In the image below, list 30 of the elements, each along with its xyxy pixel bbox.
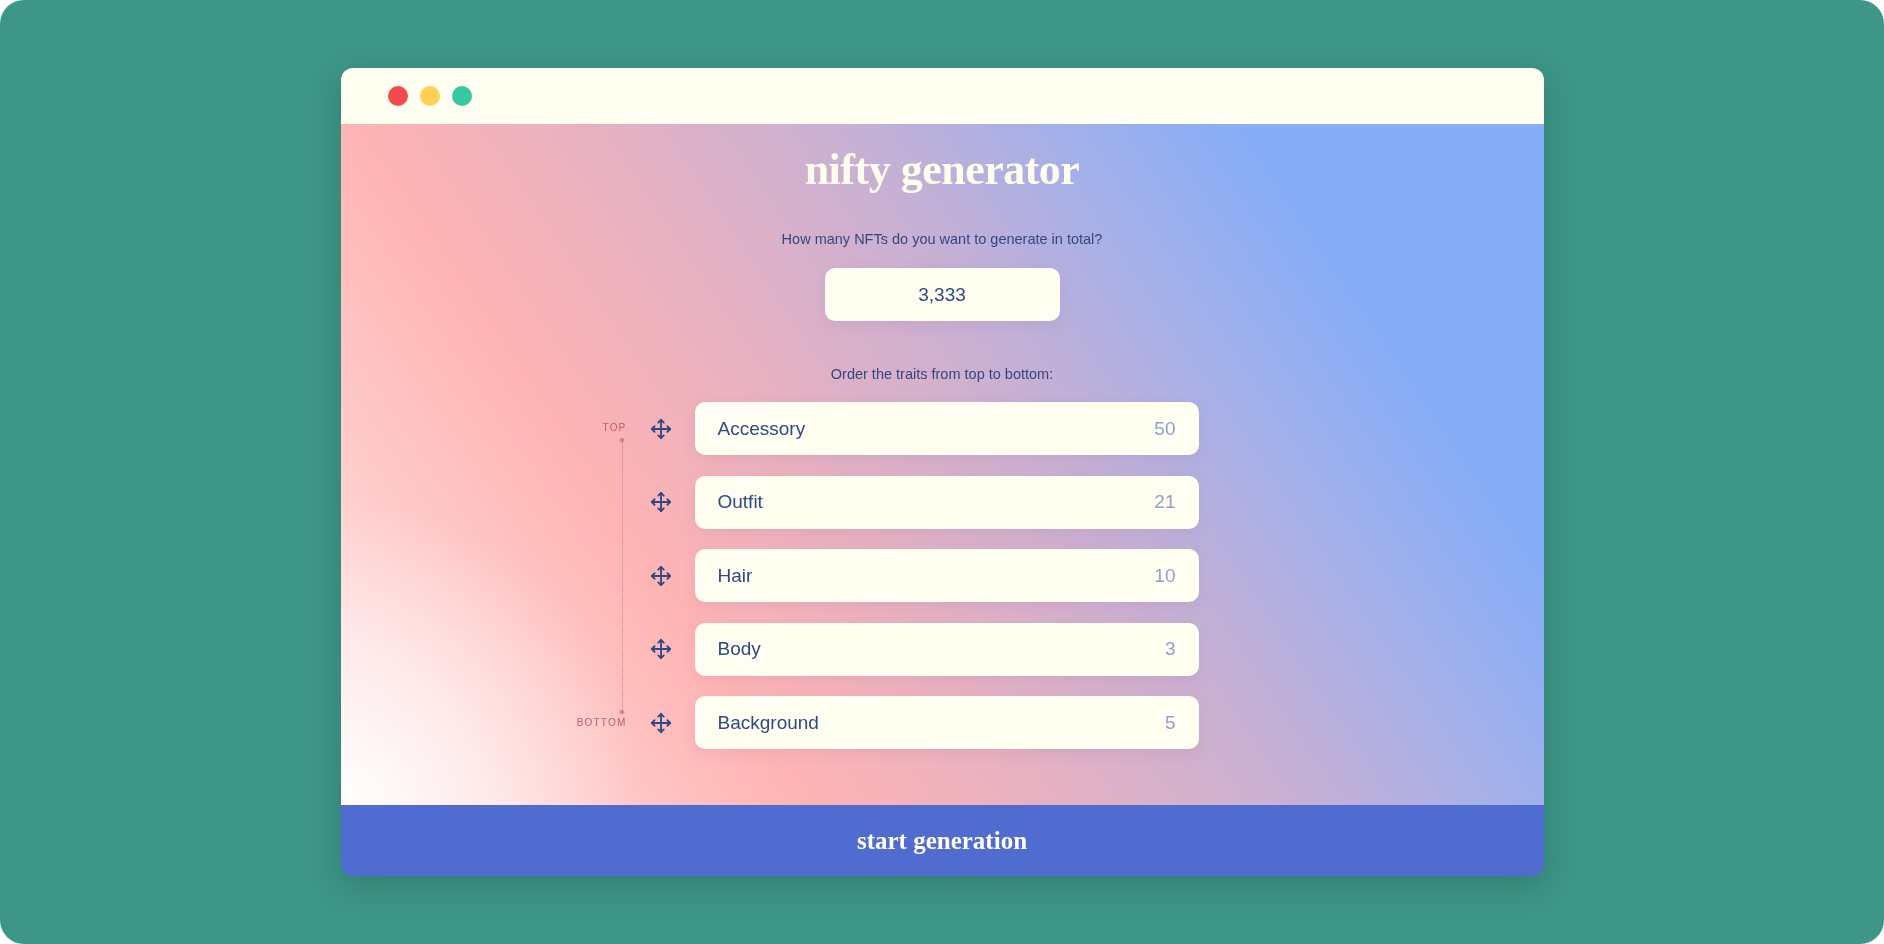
- window-control-dot-icon[interactable]: [419, 86, 440, 106]
- trait-row[interactable]: Hair 10: [694, 549, 1199, 602]
- trait-count: 3: [1164, 638, 1176, 660]
- move-icon[interactable]: [649, 638, 672, 660]
- trait-row[interactable]: Body 3: [694, 622, 1199, 676]
- trait-row[interactable]: Accessory 50: [694, 402, 1199, 455]
- trait-name: Outfit: [717, 491, 763, 513]
- window-control-dot-icon[interactable]: [387, 86, 408, 106]
- window-control-dot-icon[interactable]: [451, 86, 472, 106]
- trait-name: Accessory: [717, 417, 806, 440]
- start-generation-button[interactable]: start generation: [340, 805, 1544, 876]
- bottom-label: BOTTOM: [576, 717, 627, 729]
- move-icon[interactable]: [649, 417, 672, 440]
- move-icon[interactable]: [649, 564, 672, 587]
- order-instruction: Order the traits from top to bottom:: [830, 365, 1054, 384]
- trait-row[interactable]: Background 5: [694, 696, 1199, 749]
- trait-name: Background: [717, 711, 819, 734]
- trait-count: 10: [1154, 564, 1176, 587]
- total-input[interactable]: 3,333: [824, 268, 1060, 321]
- trait-name: Hair: [717, 564, 753, 587]
- trait-count: 5: [1164, 711, 1176, 734]
- move-icon[interactable]: [649, 711, 672, 734]
- top-label: TOP: [602, 422, 627, 434]
- trait-row[interactable]: Outfit 21: [694, 475, 1199, 529]
- app-logo-title: nifty generator: [804, 144, 1080, 196]
- trait-count: 50: [1154, 417, 1176, 440]
- trait-count: 21: [1154, 491, 1176, 513]
- total-question: How many NFTs do you want to generate in total?: [781, 230, 1103, 249]
- trait-name: Body: [717, 638, 761, 660]
- move-icon[interactable]: [649, 491, 672, 513]
